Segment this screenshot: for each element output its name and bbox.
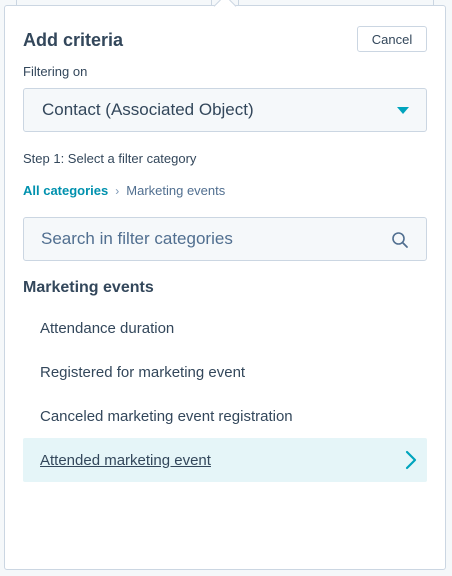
popover-caret: [213, 0, 237, 18]
filter-item-label: Attendance duration: [40, 319, 175, 337]
caret-down-icon: [397, 107, 409, 114]
panel-title: Add criteria: [23, 30, 124, 50]
add-criteria-panel: Add criteria Cancel Filtering on Contact…: [4, 0, 446, 570]
search-icon[interactable]: [391, 231, 409, 249]
filter-item-label: Registered for marketing event: [40, 363, 246, 381]
filter-item-registered[interactable]: Registered for marketing event: [23, 350, 427, 394]
filter-item-attended[interactable]: Attended marketing event: [23, 438, 427, 482]
breadcrumb-current: Marketing events: [126, 183, 226, 198]
filter-item-attendance-duration[interactable]: Attendance duration: [23, 306, 427, 350]
breadcrumb-all-categories[interactable]: All categories: [23, 183, 108, 198]
search-field: [23, 217, 427, 261]
breadcrumb-separator: ›: [115, 183, 120, 198]
filter-list: Attendance duration Registered for marke…: [23, 306, 427, 482]
section-title: Marketing events: [23, 279, 154, 296]
breadcrumb: All categories › Marketing events: [23, 183, 225, 198]
filter-item-label: Canceled marketing event registration: [40, 407, 293, 425]
filter-item-canceled-registration[interactable]: Canceled marketing event registration: [23, 394, 427, 438]
object-select[interactable]: Contact (Associated Object): [23, 88, 427, 132]
search-input[interactable]: [24, 218, 384, 260]
object-select-value: Contact (Associated Object): [42, 100, 254, 119]
filtering-on-label: Filtering on: [23, 64, 88, 79]
chevron-right-icon: [405, 450, 417, 470]
cancel-button[interactable]: Cancel: [357, 26, 427, 52]
filter-item-label: Attended marketing event: [40, 451, 211, 469]
step-label: Step 1: Select a filter category: [23, 151, 197, 166]
